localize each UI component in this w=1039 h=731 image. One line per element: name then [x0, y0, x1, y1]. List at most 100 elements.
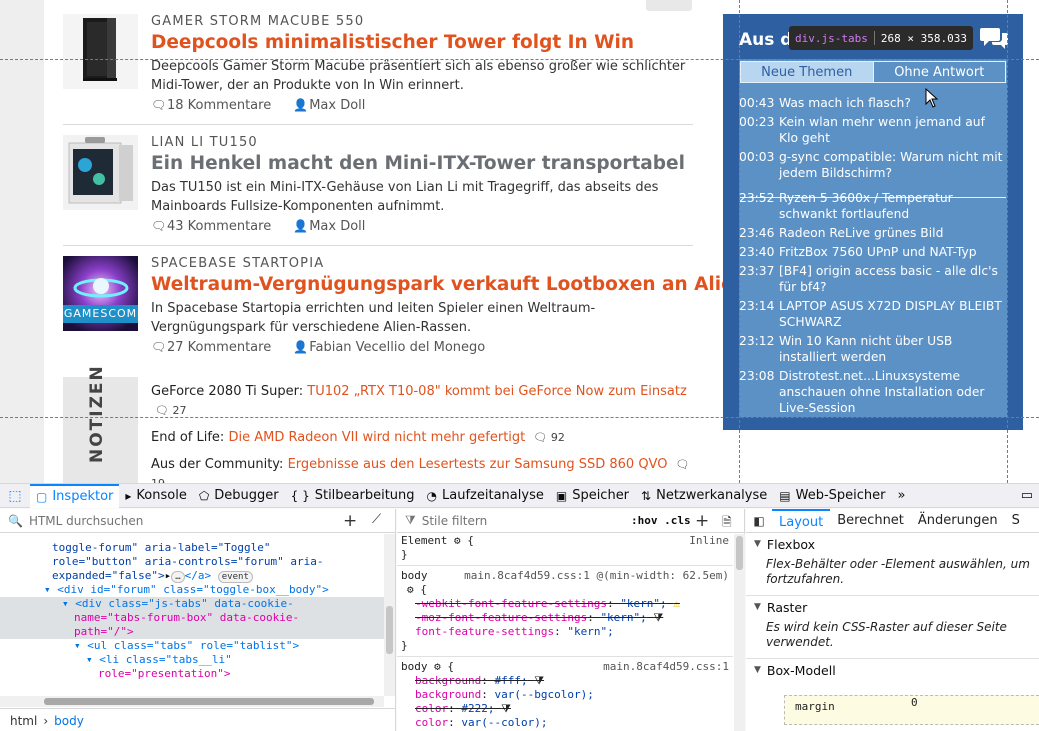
- markup-line[interactable]: ▾ <div id="forum" class="toggle-box__bod…: [0, 583, 384, 597]
- css-declaration[interactable]: -moz-font-feature-settings: "kern"; ⧩: [397, 611, 733, 625]
- notiz-item[interactable]: GeForce 2080 Ti Super: TU102 „RTX T10-08…: [151, 382, 691, 420]
- article-author[interactable]: 👤Max Doll: [293, 98, 365, 113]
- tab-netzwerkanalyse[interactable]: ⇅ Netzwerkanalyse: [635, 484, 773, 508]
- add-rule-icon[interactable]: +: [695, 511, 709, 531]
- notiz-item[interactable]: Aus der Community: Ergebnisse aus den Le…: [151, 455, 691, 483]
- notiz-link[interactable]: Ergebnisse aus den Lesertests zur Samsun…: [288, 457, 668, 472]
- rules-vertical-scrollbar[interactable]: [734, 534, 745, 731]
- markup-view: 🔍 HTML durchsuchen + ⟋ toggle-forum" ari…: [0, 509, 396, 731]
- rule-selector[interactable]: body main.8caf4d59.css:1 @(min-width: 62.…: [397, 569, 733, 583]
- boxmodel-header[interactable]: ▼ Box-Modell: [746, 659, 1039, 681]
- forum-heading[interactable]: Aus d: [739, 30, 792, 50]
- dock-icon[interactable]: ▭: [1015, 484, 1039, 508]
- tab-speicher[interactable]: ▣ Speicher: [550, 484, 635, 508]
- markup-line-selected[interactable]: name="tabs-forum-box" data-cookie-: [0, 611, 384, 625]
- markup-horizontal-scrollbar[interactable]: [0, 696, 384, 707]
- article-comments[interactable]: 🗨18 Kommentare: [151, 98, 271, 113]
- article-title[interactable]: Deepcools minimalistischer Tower folgt I…: [151, 31, 696, 55]
- chevron-down-icon: ▼: [754, 665, 761, 675]
- markup-line-selected[interactable]: path="/">: [0, 625, 384, 639]
- flexbox-header[interactable]: ▼ Flexbox: [746, 533, 1039, 555]
- tab-aenderungen[interactable]: Änderungen: [911, 509, 1005, 533]
- html-search-input[interactable]: HTML durchsuchen: [29, 514, 143, 528]
- css-rules[interactable]: Element ⚙ {Inline } body main.8caf4d59.cs…: [397, 534, 733, 731]
- article-kicker: SPACEBASE STARTOPIA: [151, 256, 325, 271]
- markup-line[interactable]: ▾ <ul class="tabs" role="tablist">: [0, 639, 384, 653]
- tab-berechnet[interactable]: Berechnet: [830, 509, 911, 533]
- rule-selector[interactable]: body ⚙ {main.8caf4d59.css:1: [397, 660, 733, 674]
- css-declaration[interactable]: color: #222; ⧩: [397, 702, 733, 716]
- gear-icon[interactable]: [646, 0, 692, 11]
- tab-layout[interactable]: Layout: [772, 509, 831, 533]
- tab-debugger[interactable]: ⬠ Debugger: [193, 484, 285, 508]
- article-thumbnail[interactable]: GAMESCOM: [63, 256, 138, 331]
- flexbox-section: ▼ Flexbox Flex-Behälter oder -Element aus…: [746, 533, 1039, 596]
- markup-line[interactable]: toggle-forum" aria-label="Toggle": [0, 541, 384, 555]
- breadcrumb-html[interactable]: html: [10, 714, 37, 728]
- notiz-item[interactable]: End of Life: Die AMD Radeon VII wird nic…: [151, 428, 691, 447]
- highlighter-guide: [0, 59, 1039, 60]
- tab-inspektor[interactable]: ▢ Inspektor: [30, 483, 120, 508]
- tab-laufzeitanalyse[interactable]: ◔ Laufzeitanalyse: [421, 484, 550, 508]
- tab-konsole[interactable]: ▸ Konsole: [119, 484, 192, 508]
- user-icon: 👤: [293, 340, 309, 354]
- chevron-down-icon: ▼: [754, 602, 761, 612]
- chat-bubbles-icon[interactable]: [979, 25, 1009, 51]
- event-badge[interactable]: event: [217, 571, 253, 583]
- article-thumbnail[interactable]: [63, 14, 138, 89]
- article-teaser[interactable]: GAMER STORM MACUBE 550 Deepcools minimal…: [63, 14, 693, 132]
- article-thumbnail[interactable]: [63, 135, 138, 210]
- markup-line[interactable]: expanded="false">▸… </a> event: [0, 569, 384, 583]
- article-teaser-text: Deepcools Gamer Storm Macube präsentiert…: [151, 59, 686, 93]
- article-title[interactable]: Weltraum-Vergnügungspark verkauft Lootbo…: [151, 273, 758, 297]
- notiz-comment-count[interactable]: 🗨 92: [533, 431, 564, 444]
- tab-web-speicher[interactable]: ▤ Web-Speicher: [773, 484, 891, 508]
- print-media-icon[interactable]: 🗎: [722, 513, 732, 534]
- rule-selector[interactable]: Element ⚙ {Inline: [397, 534, 733, 548]
- box-model-margin[interactable]: margin 0: [784, 695, 1039, 725]
- markup-line[interactable]: role="button" aria-controls="forum" aria…: [0, 555, 384, 569]
- styles-filter[interactable]: ⧩ Stile filtern :hov .cls + 🗎: [397, 509, 744, 533]
- article-comments[interactable]: 🗨27 Kommentare: [151, 340, 271, 355]
- grid-header[interactable]: ▼ Raster: [746, 596, 1039, 618]
- tab-neue-themen[interactable]: Neue Themen: [740, 61, 874, 83]
- comment-icon: 🗨: [151, 219, 167, 233]
- breadcrumb-body[interactable]: body: [54, 714, 84, 728]
- markup-vertical-scrollbar[interactable]: [384, 534, 395, 696]
- article-title[interactable]: Ein Henkel macht den Mini-ITX-Tower tran…: [151, 152, 696, 176]
- css-declaration[interactable]: background: var(--bgcolor);: [397, 688, 733, 702]
- markup-tree[interactable]: toggle-forum" aria-label="Toggle" role="…: [0, 534, 384, 696]
- tab-more[interactable]: S: [1005, 509, 1027, 533]
- markup-line[interactable]: ▾ <li class="tabs__li": [0, 653, 384, 667]
- article-comments[interactable]: 🗨43 Kommentare: [151, 219, 271, 234]
- tab-stilbearbeitung[interactable]: { } Stilbearbeitung: [285, 484, 421, 508]
- article-author[interactable]: 👤Max Doll: [293, 219, 365, 234]
- markup-line[interactable]: role="presentation">: [0, 667, 384, 681]
- styles-filter-input[interactable]: Stile filtern: [422, 514, 488, 528]
- markup-line-selected[interactable]: ▾ <div class="js-tabs" data-cookie-: [0, 597, 384, 611]
- gamescom-badge: GAMESCOM: [63, 305, 138, 323]
- css-declaration[interactable]: background: #fff; ⧩: [397, 674, 733, 688]
- filter-icon: ⧩: [405, 513, 416, 527]
- notizen-box: NOTIZEN GeForce 2080 Ti Super: TU102 „RT…: [63, 364, 693, 483]
- warning-icon: ⚠: [673, 597, 680, 610]
- css-declaration[interactable]: font-feature-settings: "kern";: [397, 625, 733, 639]
- css-declaration[interactable]: -webkit-font-feature-settings: "kern"; ⚠: [397, 597, 733, 611]
- eyedropper-icon[interactable]: ⟋: [372, 512, 381, 527]
- more-tools-chevron-icon[interactable]: »: [892, 484, 912, 508]
- ellipsis-pill[interactable]: …: [171, 571, 185, 583]
- article-teaser[interactable]: LIAN LI TU150 Ein Henkel macht den Mini-…: [63, 135, 693, 253]
- notiz-comment-count[interactable]: 🗨 27: [155, 404, 186, 417]
- tab-ohne-antwort[interactable]: Ohne Antwort: [873, 61, 1006, 83]
- debugger-icon: ⬠: [198, 488, 210, 503]
- hov-cls-toggle[interactable]: :hov .cls: [631, 514, 691, 527]
- article-author[interactable]: 👤Fabian Vecellio del Monego: [293, 340, 485, 355]
- add-node-icon[interactable]: +: [343, 511, 357, 531]
- css-declaration[interactable]: color: var(--color);: [397, 716, 733, 730]
- toggle-sidebar-icon[interactable]: ◧: [746, 514, 772, 528]
- notiz-link[interactable]: TU102 „RTX T10-08" kommt bei GeForce Now…: [307, 384, 687, 399]
- element-picker-icon[interactable]: ⬚: [0, 484, 30, 508]
- html-search[interactable]: 🔍 HTML durchsuchen + ⟋: [0, 509, 395, 533]
- notiz-link[interactable]: Die AMD Radeon VII wird nicht mehr gefer…: [228, 430, 525, 445]
- article-teaser[interactable]: GAMESCOM SPACEBASE STARTOPIA Weltraum-Ve…: [63, 256, 758, 374]
